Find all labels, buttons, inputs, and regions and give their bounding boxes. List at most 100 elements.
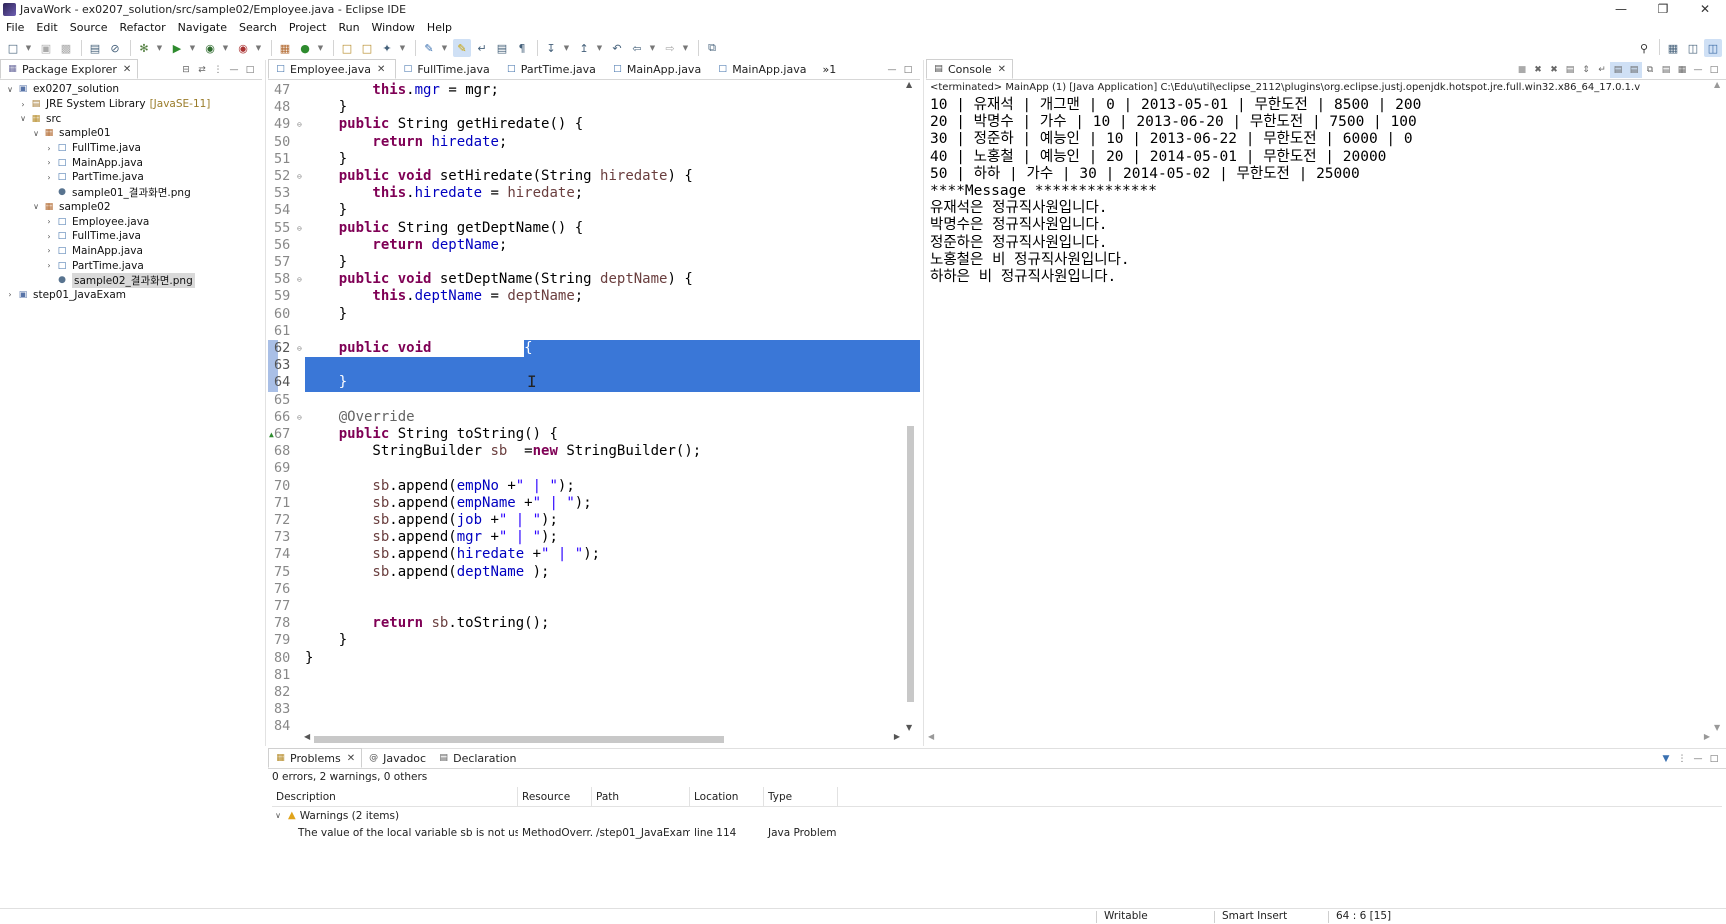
tree-item[interactable]: ● sample02_결과화면.png	[0, 272, 262, 288]
code-line[interactable]: 48 }	[268, 99, 900, 116]
last-edit-icon[interactable]: ↶	[608, 39, 626, 57]
code-line[interactable]: 79 }	[268, 632, 900, 649]
filter-icon[interactable]: ▼	[1658, 751, 1674, 767]
next-annotation-icon[interactable]: ↧	[542, 39, 560, 57]
code-line[interactable]: 60 }	[268, 306, 900, 323]
pin-console-icon[interactable]: ⧉	[1642, 62, 1658, 78]
tree-item[interactable]: ∨ ▦ sample01	[0, 126, 262, 141]
remove-launch-icon[interactable]: ✖	[1530, 62, 1546, 78]
code-lines[interactable]: 47 this.mgr = mgr; 48 } 49 ⊖ public String …	[268, 82, 920, 732]
link-with-editor-icon[interactable]: ⇄	[194, 62, 210, 78]
new-icon[interactable]: □	[4, 39, 22, 57]
code-line[interactable]: 52 ⊖ public void setHiredate(String hired…	[268, 168, 900, 185]
tab-mainapp-java-2[interactable]: □ MainApp.java	[711, 59, 816, 79]
tab-overflow[interactable]: »1	[816, 59, 846, 79]
word-wrap-icon[interactable]: ↵	[1594, 62, 1610, 78]
code-line[interactable]: 70 sb.append(empNo +" | ");	[268, 478, 900, 495]
prev-annotation-icon[interactable]: ↥	[575, 39, 593, 57]
run-icon[interactable]: ▶	[168, 39, 186, 57]
scroll-lock-icon[interactable]: ⇕	[1578, 62, 1594, 78]
fold-icon[interactable]: ⊖	[297, 409, 302, 426]
chevron-right-icon[interactable]: ›	[43, 261, 55, 270]
skip-breakpoints-icon[interactable]: ⊘	[106, 39, 124, 57]
chevron-down-icon[interactable]: ∨	[4, 85, 16, 94]
column-location[interactable]: Location	[690, 787, 764, 806]
maximize-view-icon[interactable]: □	[1706, 751, 1722, 767]
close-icon[interactable]: ✕	[377, 64, 385, 75]
search-tool-icon[interactable]: ✦	[378, 39, 396, 57]
expand-icon[interactable]: ∨	[272, 811, 284, 820]
close-icon[interactable]: ✕	[1684, 0, 1726, 18]
view-menu-icon[interactable]: ⋮	[1674, 751, 1690, 767]
back-dropdown-icon[interactable]: ▼	[648, 39, 657, 57]
code-line[interactable]: 61	[268, 323, 900, 340]
column-path[interactable]: Path	[592, 787, 690, 806]
search-dropdown-icon[interactable]: ▼	[398, 39, 407, 57]
chevron-right-icon[interactable]: ›	[43, 232, 55, 241]
new-class-icon[interactable]: ●	[296, 39, 314, 57]
perspective-java-icon[interactable]: ◫	[1704, 39, 1722, 57]
chevron-down-icon[interactable]: ∨	[17, 114, 29, 123]
block-select-icon[interactable]: ▤	[493, 39, 511, 57]
terminal-icon[interactable]: ▤	[86, 39, 104, 57]
save-all-icon[interactable]: ▩	[57, 39, 75, 57]
tree-item[interactable]: ∨ ▦ src	[0, 111, 262, 126]
code-line[interactable]: 58 ⊖ public void setDeptName(String deptN…	[268, 271, 900, 288]
menu-file[interactable]: File	[0, 21, 30, 34]
tab-problems[interactable]: ▦ Problems ✕	[268, 748, 363, 768]
next-annotation-dropdown-icon[interactable]: ▼	[562, 39, 571, 57]
debug-icon[interactable]: ✻	[135, 39, 153, 57]
chevron-down-icon[interactable]: ∨	[30, 202, 42, 211]
tree-item[interactable]: ∨ ▦ sample02	[0, 200, 262, 215]
chevron-right-icon[interactable]: ›	[43, 173, 55, 182]
code-line[interactable]: 62 ⊖ public void message() {	[268, 340, 920, 358]
tab-console[interactable]: ▤ Console ✕	[926, 59, 1014, 79]
code-line[interactable]: 68 StringBuilder sb =new StringBuilder()…	[268, 443, 900, 460]
code-line[interactable]: 55 ⊖ public String getDeptName() {	[268, 220, 900, 237]
code-line[interactable]: 65	[268, 392, 900, 409]
menu-run[interactable]: Run	[332, 21, 365, 34]
code-line[interactable]: 64 }	[268, 374, 920, 392]
code-line[interactable]: 59 this.deptName = deptName;	[268, 288, 900, 305]
open-perspective-icon[interactable]: ▦	[1664, 39, 1682, 57]
scrollbar-thumb[interactable]	[907, 426, 914, 702]
collapse-all-icon[interactable]: ⊟	[178, 62, 194, 78]
code-line[interactable]: 84	[268, 718, 900, 732]
tree-item[interactable]: › □ FullTime.java	[0, 229, 262, 244]
code-line[interactable]: 47 this.mgr = mgr;	[268, 82, 900, 99]
code-line[interactable]: 63	[268, 357, 920, 375]
run-dropdown-icon[interactable]: ▼	[188, 39, 197, 57]
chevron-down-icon[interactable]: ∨	[30, 129, 42, 138]
code-line[interactable]: 51 }	[268, 151, 900, 168]
fold-icon[interactable]: ⊖	[297, 168, 302, 185]
remove-all-launches-icon[interactable]: ✖	[1546, 62, 1562, 78]
column-type[interactable]: Type	[764, 787, 838, 806]
scrollbar-thumb[interactable]	[314, 736, 724, 743]
minimize-view-icon[interactable]: —	[884, 62, 900, 78]
console-horizontal-scrollbar[interactable]: ◀ ▶	[928, 732, 1710, 744]
forward-dropdown-icon[interactable]: ▼	[681, 39, 690, 57]
fold-icon[interactable]: ⊖	[297, 220, 302, 237]
display-console-icon[interactable]: ▤	[1658, 62, 1674, 78]
code-line[interactable]: 80}	[268, 650, 900, 667]
code-line[interactable]: 81	[268, 667, 900, 684]
code-line[interactable]: 76	[268, 581, 900, 598]
tree-item[interactable]: › ▤ JRE System Library [JavaSE-11]	[0, 97, 262, 112]
menu-project[interactable]: Project	[283, 21, 333, 34]
annotation-icon[interactable]: ✎	[420, 39, 438, 57]
clear-console-icon[interactable]: ▤	[1562, 62, 1578, 78]
chevron-right-icon[interactable]: ›	[43, 144, 55, 153]
fold-icon[interactable]: ⊖	[297, 340, 302, 357]
editor-vertical-scrollbar[interactable]: ▲ ▼	[904, 80, 916, 732]
code-line[interactable]: 54 }	[268, 202, 900, 219]
maximize-view-icon[interactable]: □	[900, 62, 916, 78]
code-line[interactable]: 83	[268, 701, 900, 718]
tree-item[interactable]: › □ PartTime.java	[0, 258, 262, 273]
code-line[interactable]: 77	[268, 598, 900, 615]
menu-window[interactable]: Window	[366, 21, 421, 34]
open-type-icon[interactable]: □	[338, 39, 356, 57]
chevron-right-icon[interactable]: ›	[43, 217, 55, 226]
pin-editor-icon[interactable]: ⧉	[703, 39, 721, 57]
tree-item[interactable]: › □ MainApp.java	[0, 155, 262, 170]
code-line[interactable]: 73 sb.append(mgr +" | ");	[268, 529, 900, 546]
